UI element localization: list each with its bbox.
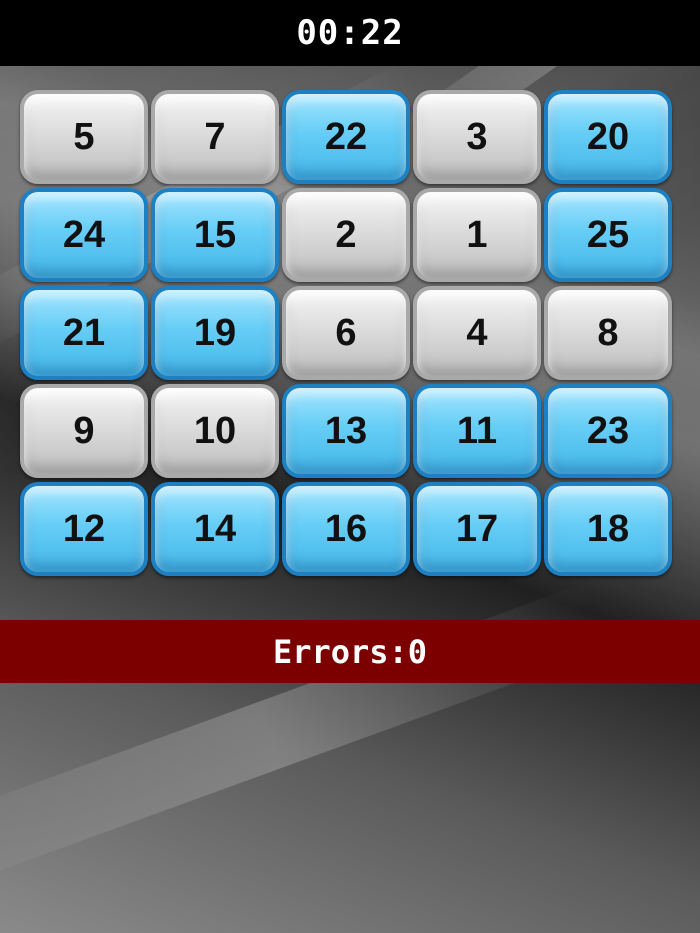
number-tile[interactable]: 12 (20, 482, 148, 576)
number-tile[interactable]: 16 (282, 482, 410, 576)
errors-counter: Errors:0 (272, 632, 428, 671)
number-tile[interactable]: 23 (544, 384, 672, 478)
number-tile[interactable]: 8 (544, 286, 672, 380)
number-tile[interactable]: 11 (413, 384, 541, 478)
number-tile[interactable]: 4 (413, 286, 541, 380)
number-tile[interactable]: 20 (544, 90, 672, 184)
number-tile[interactable]: 25 (544, 188, 672, 282)
number-tile[interactable]: 17 (413, 482, 541, 576)
number-tile[interactable]: 18 (544, 482, 672, 576)
number-grid: 5 7 22 3 20 24 15 2 1 25 21 19 6 4 8 9 10 13 11 23 12 14 16 17 1… (20, 90, 680, 584)
number-tile[interactable]: 1 (413, 188, 541, 282)
number-tile[interactable]: 5 (20, 90, 148, 184)
number-tile[interactable]: 7 (151, 90, 279, 184)
errors-bar: Errors:0 (0, 620, 700, 683)
number-tile[interactable]: 10 (151, 384, 279, 478)
number-tile[interactable]: 3 (413, 90, 541, 184)
number-tile[interactable]: 6 (282, 286, 410, 380)
timer-display: 00:22 (296, 13, 404, 53)
number-tile[interactable]: 9 (20, 384, 148, 478)
number-tile[interactable]: 15 (151, 188, 279, 282)
number-tile[interactable]: 24 (20, 188, 148, 282)
number-tile[interactable]: 13 (282, 384, 410, 478)
number-tile[interactable]: 21 (20, 286, 148, 380)
number-tile[interactable]: 19 (151, 286, 279, 380)
number-tile[interactable]: 14 (151, 482, 279, 576)
timer-bar: 00:22 (0, 0, 700, 66)
number-tile[interactable]: 2 (282, 188, 410, 282)
number-tile[interactable]: 22 (282, 90, 410, 184)
